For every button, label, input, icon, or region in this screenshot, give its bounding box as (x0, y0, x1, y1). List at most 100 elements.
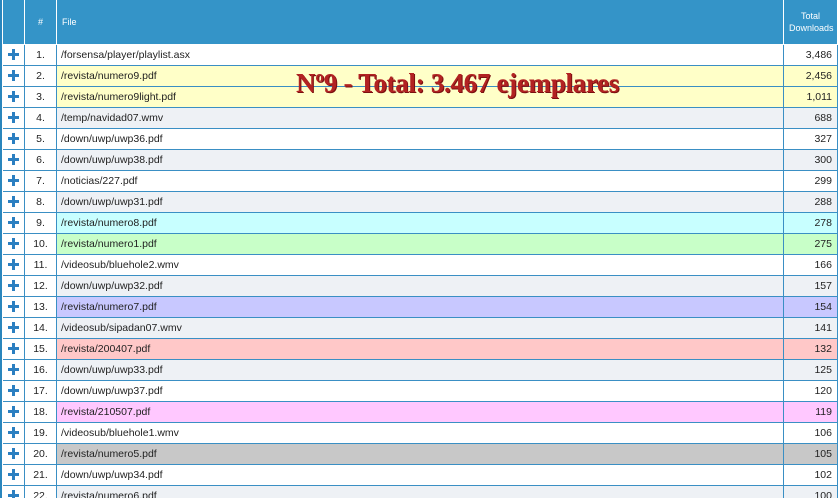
table-row[interactable]: 6./down/uwp/uwp38.pdf 300 (2, 149, 838, 171)
expand-plus-icon[interactable] (7, 322, 19, 334)
header-total-downloads-line2: Downloads (789, 22, 834, 33)
row-file-path: /videosub/bluehole2.wmv (56, 254, 784, 276)
row-download-count: 102 (783, 464, 838, 486)
row-file-path: /down/uwp/uwp31.pdf (56, 191, 784, 213)
expand-plus-icon[interactable] (7, 427, 19, 439)
expand-cell[interactable] (2, 443, 25, 465)
table-row[interactable]: 22./revista/numero6.pdf 100 (2, 485, 838, 498)
expand-plus-icon[interactable] (7, 280, 19, 292)
expand-cell[interactable] (2, 44, 25, 66)
expand-cell[interactable] (2, 107, 25, 129)
expand-cell[interactable] (2, 254, 25, 276)
row-download-count: 2,456 (783, 65, 838, 87)
row-download-count: 327 (783, 128, 838, 150)
expand-cell[interactable] (2, 296, 25, 318)
row-download-count: 3,486 (783, 44, 838, 66)
expand-cell[interactable] (2, 275, 25, 297)
expand-cell[interactable] (2, 233, 25, 255)
expand-plus-icon[interactable] (7, 175, 19, 187)
row-download-count: 100 (783, 485, 838, 498)
table-row[interactable]: 17./down/uwp/uwp37.pdf 120 (2, 380, 838, 402)
table-row[interactable]: 1./forsensa/player/playlist.asx 3,486 (2, 44, 838, 66)
row-download-count: 1,011 (783, 86, 838, 108)
table-row[interactable]: 9./revista/numero8.pdf 278 (2, 212, 838, 234)
expand-plus-icon[interactable] (7, 385, 19, 397)
table-row[interactable]: 19./videosub/bluehole1.wmv 106 (2, 422, 838, 444)
expand-plus-icon[interactable] (7, 259, 19, 271)
table-row[interactable]: 8./down/uwp/uwp31.pdf 288 (2, 191, 838, 213)
row-download-count: 132 (783, 338, 838, 360)
table-row[interactable]: 5./down/uwp/uwp36.pdf 327 (2, 128, 838, 150)
header-total-downloads[interactable]: Total Downloads (783, 0, 838, 45)
expand-plus-icon[interactable] (7, 91, 19, 103)
expand-plus-icon[interactable] (7, 406, 19, 418)
row-file-path: /videosub/bluehole1.wmv (56, 422, 784, 444)
row-file-path: /down/uwp/uwp32.pdf (56, 275, 784, 297)
expand-cell[interactable] (2, 149, 25, 171)
expand-cell[interactable] (2, 128, 25, 150)
row-file-path: /temp/navidad07.wmv (56, 107, 784, 129)
row-rank: 14. (24, 317, 57, 339)
row-download-count: 119 (783, 401, 838, 423)
table-row[interactable]: 16./down/uwp/uwp33.pdf 125 (2, 359, 838, 381)
row-file-path: /down/uwp/uwp38.pdf (56, 149, 784, 171)
expand-plus-icon[interactable] (7, 49, 19, 61)
expand-plus-icon[interactable] (7, 154, 19, 166)
expand-plus-icon[interactable] (7, 301, 19, 313)
row-rank: 1. (24, 44, 57, 66)
table-row[interactable]: 21./down/uwp/uwp34.pdf 102 (2, 464, 838, 486)
table-row[interactable]: 18./revista/210507.pdf 119 (2, 401, 838, 423)
row-download-count: 157 (783, 275, 838, 297)
expand-cell[interactable] (2, 317, 25, 339)
expand-cell[interactable] (2, 191, 25, 213)
header-rank[interactable]: # (24, 0, 57, 45)
row-file-path: /revista/210507.pdf (56, 401, 784, 423)
expand-plus-icon[interactable] (7, 364, 19, 376)
table-row[interactable]: 15./revista/200407.pdf 132 (2, 338, 838, 360)
expand-plus-icon[interactable] (7, 217, 19, 229)
expand-cell[interactable] (2, 401, 25, 423)
expand-plus-icon[interactable] (7, 133, 19, 145)
expand-plus-icon[interactable] (7, 196, 19, 208)
table-row[interactable]: 10./revista/numero1.pdf 275 (2, 233, 838, 255)
table-row[interactable]: 4./temp/navidad07.wmv 688 (2, 107, 838, 129)
expand-plus-icon[interactable] (7, 448, 19, 460)
expand-cell[interactable] (2, 170, 25, 192)
row-download-count: 300 (783, 149, 838, 171)
expand-plus-icon[interactable] (7, 490, 19, 498)
expand-plus-icon[interactable] (7, 70, 19, 82)
row-rank: 10. (24, 233, 57, 255)
table-row[interactable]: 7./noticias/227.pdf 299 (2, 170, 838, 192)
row-rank: 2. (24, 65, 57, 87)
row-file-path: /revista/numero7.pdf (56, 296, 784, 318)
row-download-count: 106 (783, 422, 838, 444)
table-row[interactable]: 13./revista/numero7.pdf 154 (2, 296, 838, 318)
expand-plus-icon[interactable] (7, 238, 19, 250)
row-download-count: 288 (783, 191, 838, 213)
expand-cell[interactable] (2, 464, 25, 486)
header-file[interactable]: File (56, 0, 784, 45)
expand-plus-icon[interactable] (7, 469, 19, 481)
table-row[interactable]: 20./revista/numero5.pdf 105 (2, 443, 838, 465)
row-file-path: /forsensa/player/playlist.asx (56, 44, 784, 66)
expand-cell[interactable] (2, 212, 25, 234)
expand-cell[interactable] (2, 65, 25, 87)
table-row[interactable]: 11./videosub/bluehole2.wmv 166 (2, 254, 838, 276)
row-rank: 9. (24, 212, 57, 234)
table-row[interactable]: 14./videosub/sipadan07.wmv 141 (2, 317, 838, 339)
expand-plus-icon[interactable] (7, 112, 19, 124)
expand-cell[interactable] (2, 422, 25, 444)
expand-plus-icon[interactable] (7, 343, 19, 355)
expand-cell[interactable] (2, 86, 25, 108)
row-download-count: 141 (783, 317, 838, 339)
table-header-row: # File Total Downloads (2, 0, 838, 45)
row-file-path: /down/uwp/uwp33.pdf (56, 359, 784, 381)
expand-cell[interactable] (2, 338, 25, 360)
row-rank: 6. (24, 149, 57, 171)
expand-cell[interactable] (2, 485, 25, 498)
table-row[interactable]: 12./down/uwp/uwp32.pdf 157 (2, 275, 838, 297)
row-rank: 3. (24, 86, 57, 108)
expand-cell[interactable] (2, 359, 25, 381)
expand-cell[interactable] (2, 380, 25, 402)
row-rank: 11. (24, 254, 57, 276)
